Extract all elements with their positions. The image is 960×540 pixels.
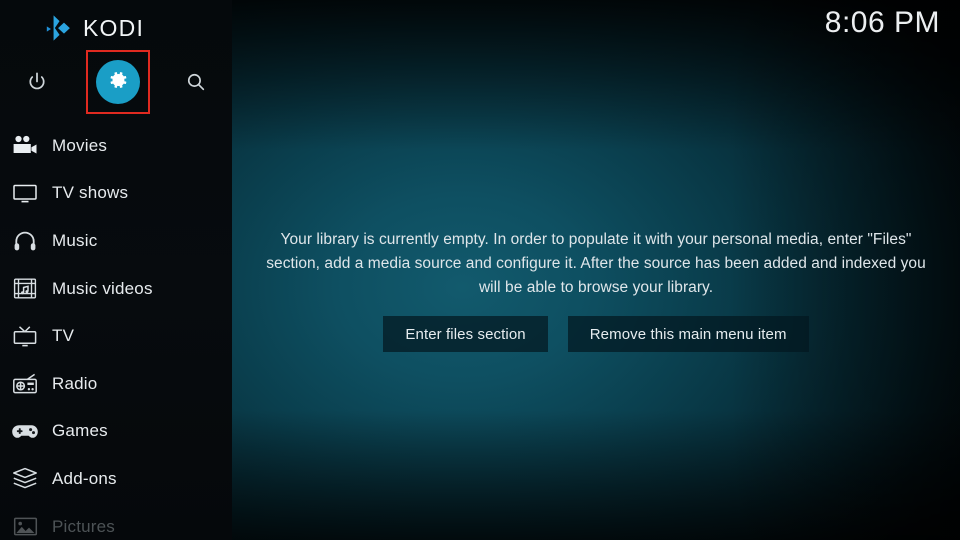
- radio-icon: [8, 372, 42, 395]
- kodi-logo-icon: [44, 13, 74, 43]
- empty-library-actions: Enter files section Remove this main men…: [254, 316, 938, 352]
- sidebar-item-label: TV: [52, 326, 75, 346]
- sidebar-item-games[interactable]: Games: [0, 408, 232, 456]
- sidebar-item-label: Movies: [52, 135, 108, 155]
- sidebar-item-music-videos[interactable]: Music videos: [0, 265, 232, 313]
- kodi-home-screen: 8:06 PM KODI Movies TV shows Music Music…: [0, 0, 960, 540]
- power-button[interactable]: [15, 60, 59, 104]
- brand: KODI: [44, 13, 144, 43]
- main-content: Your library is currently empty. In orde…: [232, 0, 960, 540]
- picture-icon: [8, 516, 42, 537]
- sidebar-item-label: Games: [52, 421, 108, 441]
- sidebar-top-icons: [0, 50, 232, 114]
- sidebar-item-label: Radio: [52, 373, 98, 393]
- television-icon: [8, 182, 42, 204]
- settings-button-highlight: [86, 50, 150, 114]
- empty-library-block: Your library is currently empty. In orde…: [254, 228, 938, 352]
- brand-name: KODI: [83, 14, 145, 41]
- film-strip-note-icon: [8, 277, 42, 300]
- gamepad-icon: [8, 422, 42, 441]
- main-menu: Movies TV shows Music Music videos TV Ra…: [0, 122, 232, 540]
- sidebar-item-label: Add-ons: [52, 468, 117, 488]
- power-icon: [26, 71, 48, 93]
- sidebar-item-radio[interactable]: Radio: [0, 360, 232, 408]
- empty-library-message: Your library is currently empty. In orde…: [266, 231, 926, 296]
- sidebar-item-label: Music videos: [52, 278, 153, 298]
- sidebar-item-tv[interactable]: TV: [0, 312, 232, 360]
- movie-camera-icon: [8, 135, 42, 157]
- sidebar-item-pictures[interactable]: Pictures: [0, 503, 232, 540]
- sidebar-item-tv-shows[interactable]: TV shows: [0, 170, 232, 218]
- sidebar-item-music[interactable]: Music: [0, 217, 232, 265]
- headphones-icon: [8, 230, 42, 252]
- settings-button[interactable]: [96, 60, 140, 104]
- sidebar-item-label: TV shows: [52, 183, 129, 203]
- enter-files-section-button[interactable]: Enter files section: [383, 316, 548, 352]
- search-button[interactable]: [174, 60, 218, 104]
- sidebar: KODI Movies TV shows Music Music videos …: [0, 0, 232, 540]
- sidebar-item-label: Music: [52, 230, 98, 250]
- remove-main-menu-item-button[interactable]: Remove this main menu item: [567, 316, 809, 352]
- retro-tv-icon: [8, 325, 42, 348]
- sidebar-item-add-ons[interactable]: Add-ons: [0, 455, 232, 503]
- open-box-icon: [8, 467, 42, 490]
- clock: 8:06 PM: [824, 6, 940, 39]
- sidebar-item-label: Pictures: [52, 516, 116, 536]
- search-icon: [185, 71, 207, 93]
- settings-gear-icon: [107, 69, 129, 96]
- sidebar-item-movies[interactable]: Movies: [0, 122, 232, 170]
